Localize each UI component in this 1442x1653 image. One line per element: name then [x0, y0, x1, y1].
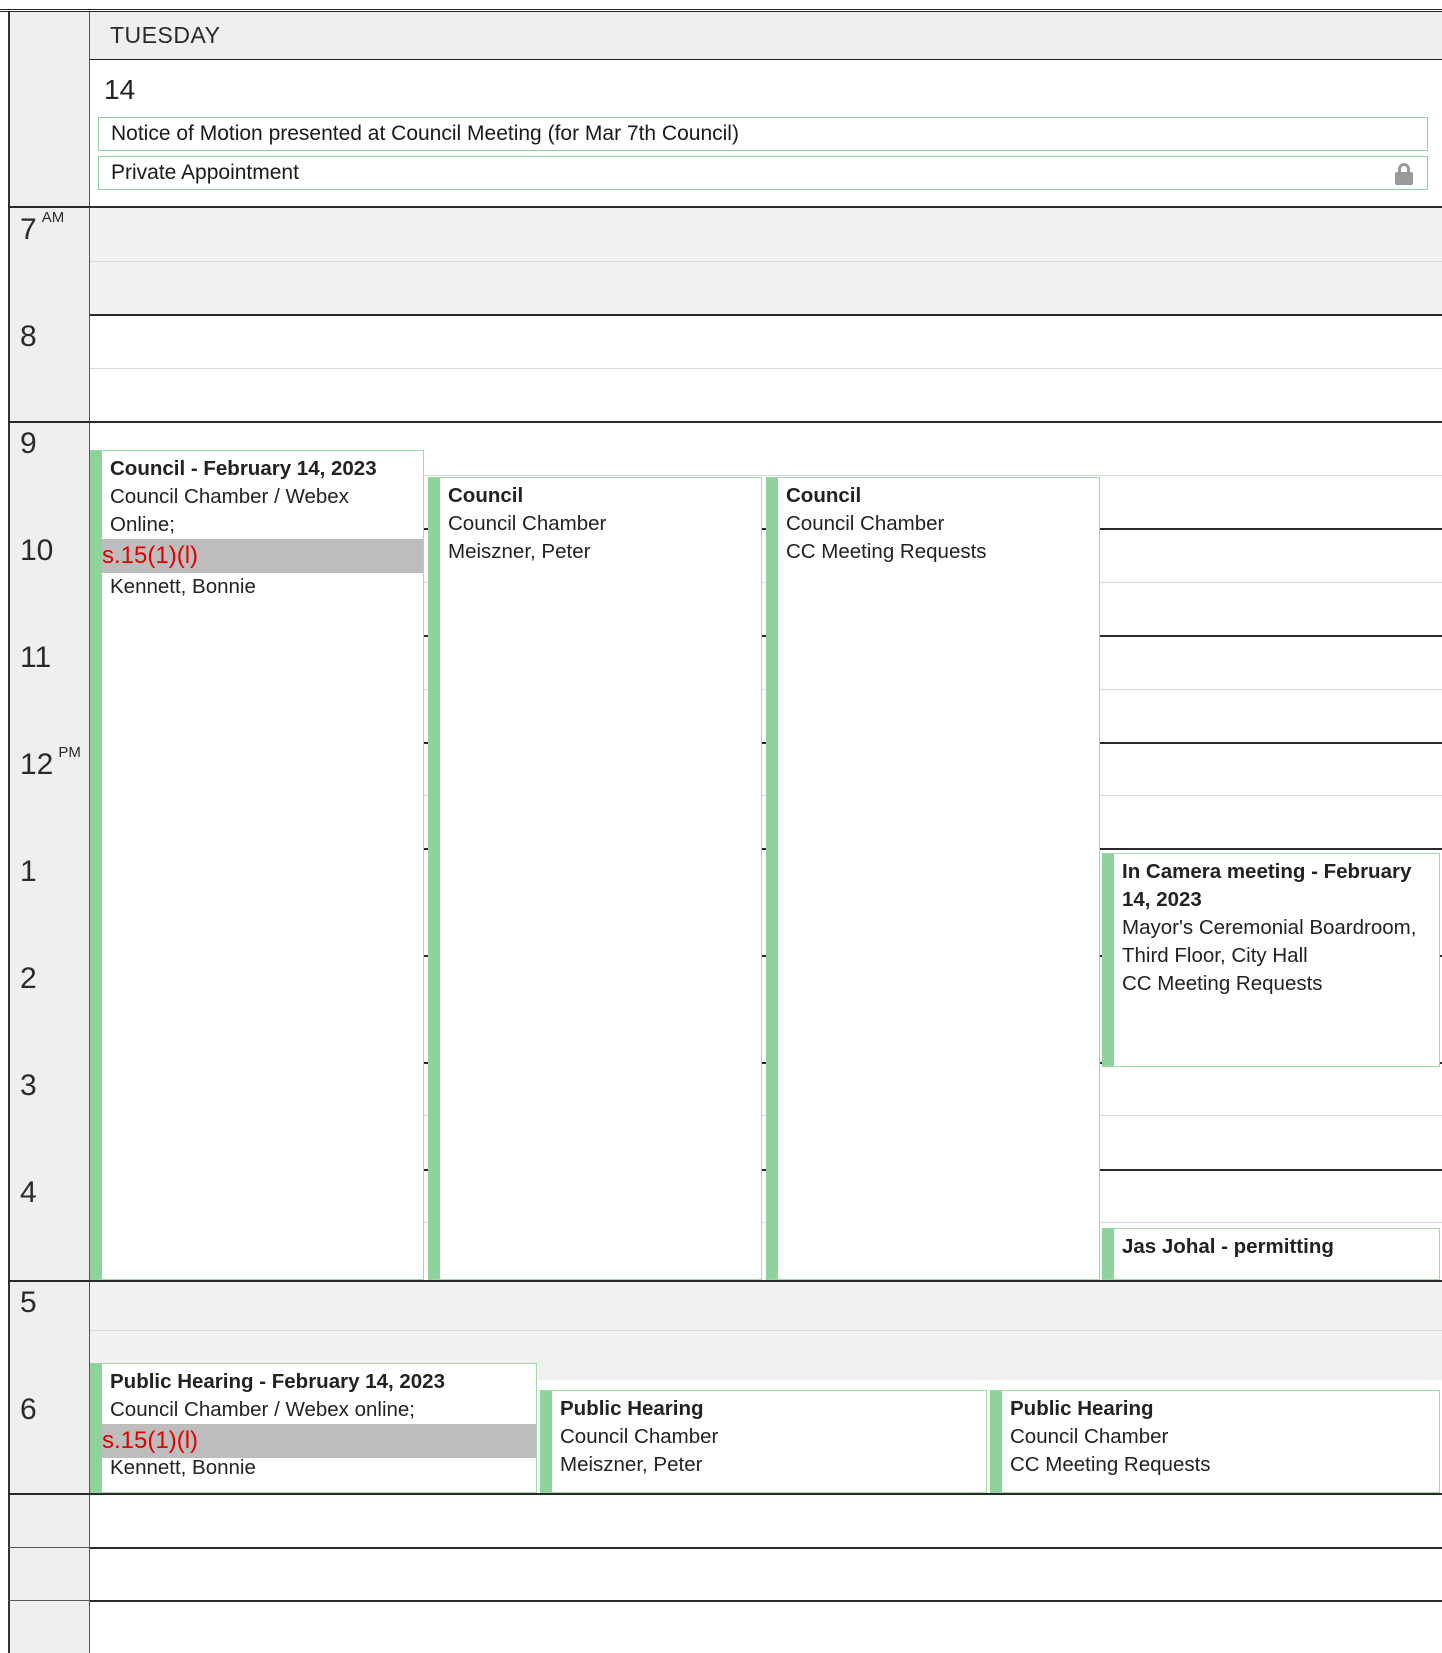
event-location: Council Chamber — [448, 512, 607, 535]
hour-line — [8, 1280, 1442, 1282]
event-organizer: CC Meeting Requests — [1122, 972, 1323, 995]
hour-line — [90, 1600, 1442, 1602]
hour-label: 12 PM — [20, 744, 81, 781]
hour-label: 2 — [20, 962, 37, 995]
hour-label: 11 — [20, 641, 52, 674]
event-title: Public Hearing — [560, 1397, 704, 1420]
hour-line — [90, 1547, 1442, 1549]
event-location: Council Chamber / Webex — [110, 485, 349, 508]
event-title: Council — [786, 484, 862, 507]
calendar-event[interactable]: Public Hearing Council Chamber CC Meetin… — [990, 1390, 1440, 1493]
event-title: Public Hearing — [1010, 1397, 1154, 1420]
hour-line — [8, 421, 1442, 423]
event-location: Council Chamber — [786, 512, 945, 535]
half-hour-line — [90, 261, 1442, 262]
calendar-event[interactable]: Council Council Chamber CC Meeting Reque… — [766, 477, 1100, 1280]
event-title: Jas Johal - permitting — [1122, 1235, 1334, 1258]
event-title: Council — [448, 484, 524, 507]
all-day-event[interactable]: Notice of Motion presented at Council Me… — [98, 117, 1428, 151]
gutter-line — [8, 1547, 90, 1548]
lock-icon — [1395, 163, 1413, 185]
event-organizer: Meiszner, Peter — [448, 540, 591, 563]
calendar-event[interactable]: Council - February 14, 2023 Council Cham… — [90, 450, 424, 1280]
event-organizer: Kennett, Bonnie — [110, 575, 256, 598]
hour-label: 1 — [20, 855, 37, 888]
hour-label: 8 — [20, 320, 37, 353]
calendar-event[interactable]: Public Hearing - February 14, 2023 Counc… — [90, 1363, 537, 1493]
all-day-event-private[interactable]: Private Appointment — [98, 156, 1428, 190]
hour-label: 5 — [20, 1286, 37, 1319]
all-day-event-title: Notice of Motion presented at Council Me… — [111, 122, 739, 145]
event-title: In Camera meeting - February 14, 2023 — [1122, 860, 1412, 911]
event-location: Online; — [110, 513, 175, 536]
gutter-line — [8, 1600, 90, 1601]
hour-line — [90, 314, 1442, 316]
hour-label: 6 — [20, 1393, 37, 1426]
calendar-event[interactable]: Council Council Chamber Meiszner, Peter — [428, 477, 762, 1280]
day-number[interactable]: 14 — [104, 74, 135, 106]
all-day-event-title: Private Appointment — [111, 161, 299, 184]
event-organizer: CC Meeting Requests — [786, 540, 987, 563]
event-title: Council - February 14, 2023 — [110, 457, 377, 480]
event-location: Council Chamber — [1010, 1425, 1169, 1448]
calendar-event[interactable]: In Camera meeting - February 14, 2023 Ma… — [1102, 853, 1440, 1067]
half-hour-line — [90, 368, 1442, 369]
hour-label: 7 AM — [20, 209, 65, 246]
event-organizer: Meiszner, Peter — [560, 1453, 703, 1476]
redaction-label: s.15(1)(l) — [102, 1424, 536, 1458]
top-border — [0, 0, 1442, 12]
event-organizer: Kennett, Bonnie — [110, 1456, 256, 1479]
redaction-label: s.15(1)(l) — [102, 539, 423, 573]
hour-line — [8, 1493, 1442, 1495]
event-location: Council Chamber / Webex online; — [110, 1398, 415, 1421]
day-header-band — [90, 12, 1442, 60]
calendar-event[interactable]: Public Hearing Council Chamber Meiszner,… — [540, 1390, 987, 1493]
event-location: Council Chamber — [560, 1425, 719, 1448]
event-organizer: CC Meeting Requests — [1010, 1453, 1211, 1476]
event-location: Mayor's Ceremonial Boardroom, Third Floo… — [1122, 916, 1417, 967]
half-hour-line — [90, 1330, 1442, 1331]
event-title: Public Hearing - February 14, 2023 — [110, 1370, 445, 1393]
hour-label: 4 — [20, 1176, 37, 1209]
day-name: TUESDAY — [110, 22, 221, 48]
calendar-event[interactable]: Jas Johal - permitting — [1102, 1228, 1440, 1280]
hour-label: 9 — [20, 427, 37, 460]
hour-label: 3 — [20, 1069, 37, 1102]
hour-label: 10 — [20, 534, 54, 567]
